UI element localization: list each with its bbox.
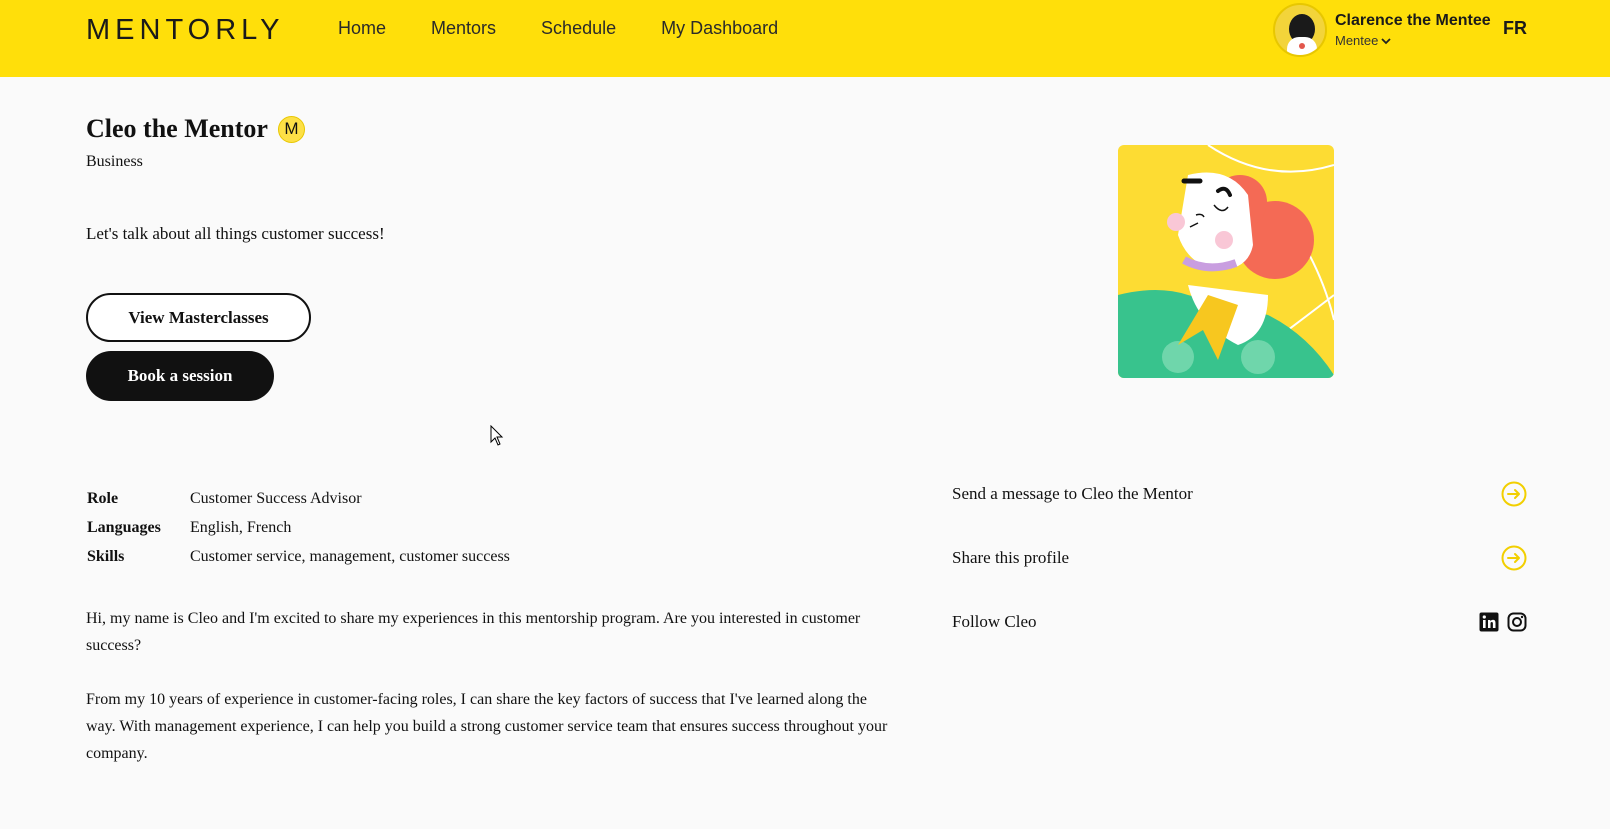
instagram-icon[interactable] — [1507, 612, 1527, 632]
mentorly-logo[interactable]: MENTORLY — [86, 14, 284, 47]
bio-paragraph: From my 10 years of experience in custom… — [86, 691, 888, 762]
arrow-right-circle-icon[interactable] — [1501, 545, 1527, 571]
mentor-category: Business — [86, 153, 143, 170]
detail-row-skills: Skills Customer service, management, cus… — [87, 542, 510, 571]
user-role-dropdown[interactable]: Mentee — [1335, 33, 1491, 48]
linkedin-icon[interactable] — [1479, 612, 1499, 632]
user-name: Clarence the Mentee — [1335, 12, 1491, 29]
detail-row-languages: Languages English, French — [87, 513, 510, 542]
user-menu[interactable]: Clarence the Mentee Mentee — [1273, 3, 1491, 57]
send-message-link[interactable]: Send a message to Cleo the Mentor — [952, 480, 1527, 508]
social-links — [1479, 612, 1527, 632]
nav-mentors[interactable]: Mentors — [431, 18, 496, 39]
detail-value: Customer Success Advisor — [190, 489, 362, 507]
nav-my-dashboard[interactable]: My Dashboard — [661, 18, 778, 39]
mentor-portrait — [1118, 145, 1334, 378]
main-nav: Home Mentors Schedule My Dashboard — [338, 18, 823, 39]
language-toggle[interactable]: FR — [1503, 18, 1527, 39]
mouse-cursor-icon — [490, 425, 504, 446]
follow-label: Follow Cleo — [952, 612, 1037, 631]
bio-paragraph: Hi, my name is Cleo and I'm excited to s… — [86, 610, 861, 654]
follow-row: Follow Cleo — [952, 608, 1527, 636]
top-header: MENTORLY Home Mentors Schedule My Dashbo… — [0, 0, 1610, 77]
chevron-down-icon — [1381, 37, 1392, 44]
detail-value: Customer service, management, customer s… — [190, 547, 510, 565]
mentor-tagline: Let's talk about all things customer suc… — [86, 224, 385, 243]
arrow-right-circle-icon[interactable] — [1501, 481, 1527, 507]
send-message-label: Send a message to Cleo the Mentor — [952, 484, 1193, 503]
profile-actions: Send a message to Cleo the Mentor Share … — [952, 480, 1527, 672]
detail-label: Languages — [87, 518, 161, 536]
detail-value: English, French — [190, 518, 292, 536]
user-info[interactable]: Clarence the Mentee Mentee — [1335, 12, 1491, 48]
nav-schedule[interactable]: Schedule — [541, 18, 616, 39]
mentor-bio: Hi, my name is Cleo and I'm excited to s… — [86, 605, 896, 794]
mentor-name: Cleo the Mentor — [86, 114, 268, 143]
profile-heading: Cleo the Mentor M — [86, 114, 305, 144]
detail-label: Role — [87, 489, 119, 507]
detail-row-role: Role Customer Success Advisor — [87, 484, 510, 513]
avatar-detail — [1299, 43, 1305, 49]
share-profile-label: Share this profile — [952, 548, 1070, 567]
user-avatar[interactable] — [1273, 3, 1327, 57]
nav-home[interactable]: Home — [338, 18, 386, 39]
mentor-badge: M — [277, 115, 305, 143]
share-profile-link[interactable]: Share this profile — [952, 544, 1527, 572]
mentor-details: Role Customer Success Advisor Languages … — [87, 484, 510, 571]
detail-label: Skills — [87, 547, 125, 565]
book-session-button[interactable]: Book a session — [86, 351, 274, 401]
user-role-label: Mentee — [1335, 33, 1379, 48]
view-masterclasses-button[interactable]: View Masterclasses — [86, 293, 311, 342]
